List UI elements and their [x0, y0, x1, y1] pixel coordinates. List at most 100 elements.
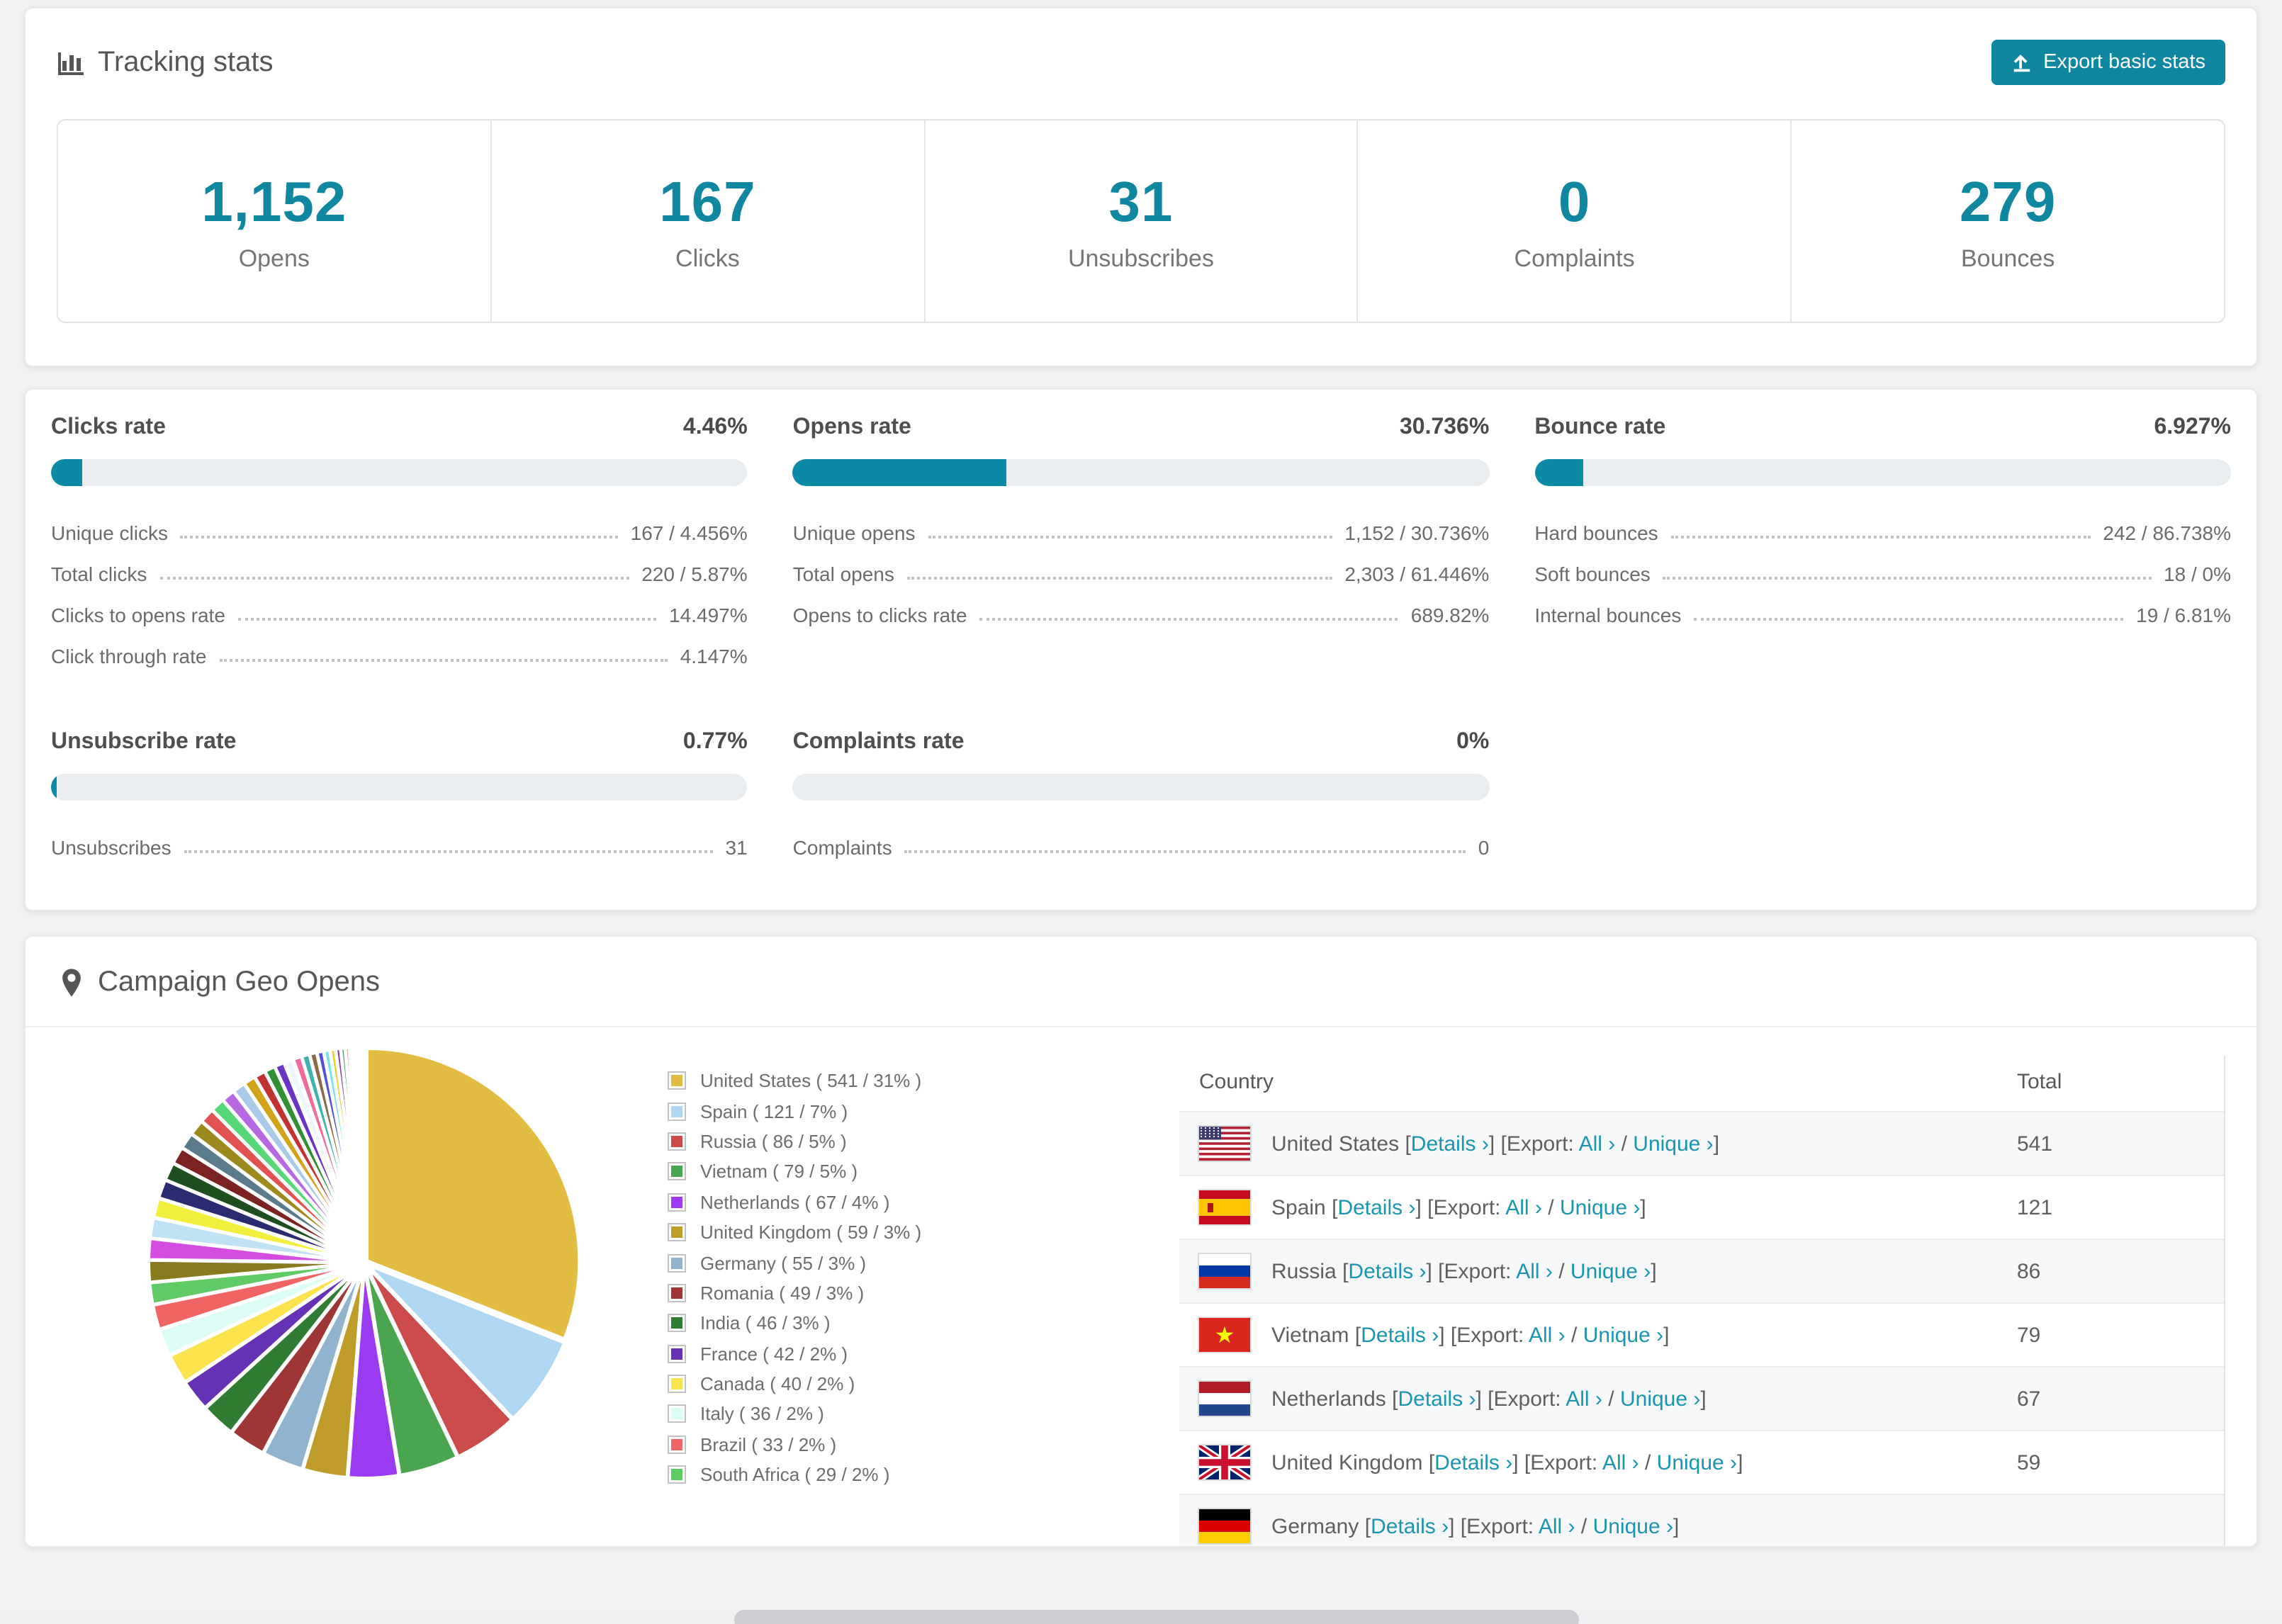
detail-label: Unique clicks [51, 521, 168, 543]
geo-total-cell: 541 [1997, 1111, 2224, 1175]
export-unique-link[interactable]: Unique › [1633, 1132, 1713, 1156]
country-total: 67 [2017, 1387, 2041, 1411]
country-name: Spain [1271, 1195, 1332, 1219]
rate-progress-fill [51, 459, 82, 486]
geo-total-cell [1997, 1494, 2224, 1546]
detail-value: 19 / 6.81% [2136, 603, 2231, 626]
detail-value: 18 / 0% [2164, 562, 2231, 585]
export-all-link[interactable]: All › [1566, 1387, 1602, 1411]
legend-label: United States ( 541 / 31% ) [700, 1070, 922, 1092]
horizontal-scrollbar-track[interactable] [0, 1608, 2282, 1624]
detail-value: 1,152 / 30.736% [1344, 521, 1490, 543]
legend-item-united-kingdom: United Kingdom ( 59 / 3% ) [668, 1217, 1093, 1248]
rate-value: 0% [1456, 730, 1490, 754]
country-cell: United States [Details ›] [Export: All ›… [1198, 1125, 1997, 1162]
export-all-link[interactable]: All › [1505, 1195, 1542, 1219]
rate-detail-row: Complaints 0 [793, 826, 1490, 867]
detail-value: 31 [725, 835, 748, 858]
country-total: 121 [2017, 1195, 2053, 1219]
geo-country-cell: ★ Vietnam [Details ›] [Export: All › / Un… [1179, 1302, 1997, 1367]
export-unique-link[interactable]: Unique › [1560, 1195, 1640, 1219]
details-link[interactable]: Details › [1371, 1515, 1449, 1539]
tracking-stats-page: Tracking stats Export basic stats 1,152 O… [0, 7, 2282, 1624]
rate-title: Complaints rate [792, 730, 965, 754]
dotted-leader [979, 617, 1398, 620]
export-all-link[interactable]: All › [1516, 1259, 1553, 1283]
legend-swatch [668, 1283, 686, 1302]
flag-vn-icon: ★ [1198, 1316, 1252, 1353]
export-all-link[interactable]: All › [1579, 1132, 1616, 1156]
legend-label: France ( 42 / 2% ) [700, 1343, 848, 1365]
detail-label: Hard bounces [1534, 521, 1658, 543]
export-all-link[interactable]: All › [1602, 1450, 1639, 1474]
rate-title: Bounce rate [1534, 415, 1666, 439]
rate-title: Clicks rate [51, 415, 166, 439]
export-unique-link[interactable]: Unique › [1570, 1259, 1651, 1283]
export-icon [2011, 52, 2032, 73]
legend-label: Vietnam ( 79 / 5% ) [700, 1161, 858, 1183]
details-link[interactable]: Details › [1434, 1450, 1512, 1474]
geo-col-country: Country [1199, 1070, 1274, 1094]
detail-value: 242 / 86.738% [2103, 521, 2231, 543]
rate-detail-row: Opens to clicks rate 689.82% [793, 594, 1490, 635]
export-unique-link[interactable]: Unique › [1620, 1387, 1700, 1411]
rate-progress-bar [51, 774, 748, 801]
details-link[interactable]: Details › [1337, 1195, 1415, 1219]
flag-nl-icon [1198, 1380, 1252, 1417]
detail-label: Unsubscribes [51, 835, 172, 858]
details-link[interactable]: Details › [1348, 1259, 1426, 1283]
geo-total-cell: 59 [1997, 1430, 2224, 1494]
stat-value: 31 [1108, 171, 1174, 234]
rate-progress-bar [792, 774, 1490, 801]
country-links: United States [Details ›] [Export: All ›… [1271, 1132, 1720, 1156]
legend-swatch [668, 1344, 686, 1363]
page-title: Tracking stats [98, 46, 274, 77]
svg-text:★: ★ [1215, 1322, 1235, 1348]
stat-value: 0 [1558, 171, 1591, 234]
export-unique-link[interactable]: Unique › [1583, 1323, 1663, 1347]
detail-label: Complaints [792, 835, 892, 858]
detail-value: 4.147% [680, 644, 748, 667]
dotted-leader [237, 617, 657, 620]
legend-item-brazil: Brazil ( 33 / 2% ) [668, 1429, 1093, 1460]
rate-detail-row: Total clicks 220 / 5.87% [51, 553, 748, 594]
legend-swatch [668, 1435, 686, 1454]
rate-head: Unsubscribe rate 0.77% [51, 730, 748, 755]
horizontal-scrollbar-thumb[interactable] [734, 1610, 1579, 1624]
export-basic-stats-button[interactable]: Export basic stats [1991, 40, 2225, 85]
legend-label: India ( 46 / 3% ) [700, 1312, 831, 1334]
country-total: 79 [2017, 1323, 2041, 1347]
detail-label: Opens to clicks rate [792, 603, 967, 626]
detail-value: 167 / 4.456% [630, 521, 748, 543]
rate-block-clicks-rate: Clicks rate 4.46% Unique clicks 167 / 4.456… [51, 415, 748, 676]
details-link[interactable]: Details › [1398, 1387, 1476, 1411]
export-unique-link[interactable]: Unique › [1593, 1515, 1673, 1539]
stat-label: Complaints [1514, 245, 1635, 272]
stat-value: 279 [1959, 171, 2057, 234]
country-links: Spain [Details ›] [Export: All › / Uniqu… [1271, 1195, 1646, 1219]
legend-swatch [668, 1404, 686, 1423]
rate-detail-row: Soft bounces 18 / 0% [1534, 553, 2231, 594]
stat-value: 1,152 [201, 171, 347, 234]
legend-label: Romania ( 49 / 3% ) [700, 1282, 865, 1304]
dotted-leader [1670, 535, 2091, 538]
export-all-link[interactable]: All › [1529, 1323, 1566, 1347]
rate-progress-bar [1534, 459, 2231, 486]
details-link[interactable]: Details › [1411, 1132, 1489, 1156]
rate-head: Complaints rate 0% [793, 730, 1490, 755]
export-all-link[interactable]: All › [1539, 1515, 1575, 1539]
legend-item-romania: Romania ( 49 / 3% ) [668, 1278, 1093, 1308]
detail-label: Total clicks [51, 562, 147, 585]
details-link[interactable]: Details › [1361, 1323, 1439, 1347]
dotted-leader [184, 850, 713, 852]
export-unique-link[interactable]: Unique › [1657, 1450, 1737, 1474]
flag-de-icon [1198, 1508, 1252, 1545]
dotted-leader [904, 850, 1466, 852]
legend-item-vietnam: Vietnam ( 79 / 5% ) [668, 1156, 1093, 1187]
country-name: United Kingdom [1271, 1450, 1429, 1474]
dotted-leader [906, 576, 1332, 579]
stat-unsubscribes: 31 Unsubscribes [923, 120, 1357, 322]
rates-card: Clicks rate 4.46% Unique clicks 167 / 4.456… [24, 388, 2258, 911]
geo-country-cell: United Kingdom [Details ›] [Export: All … [1179, 1430, 1997, 1494]
rate-progress-fill [51, 774, 57, 801]
